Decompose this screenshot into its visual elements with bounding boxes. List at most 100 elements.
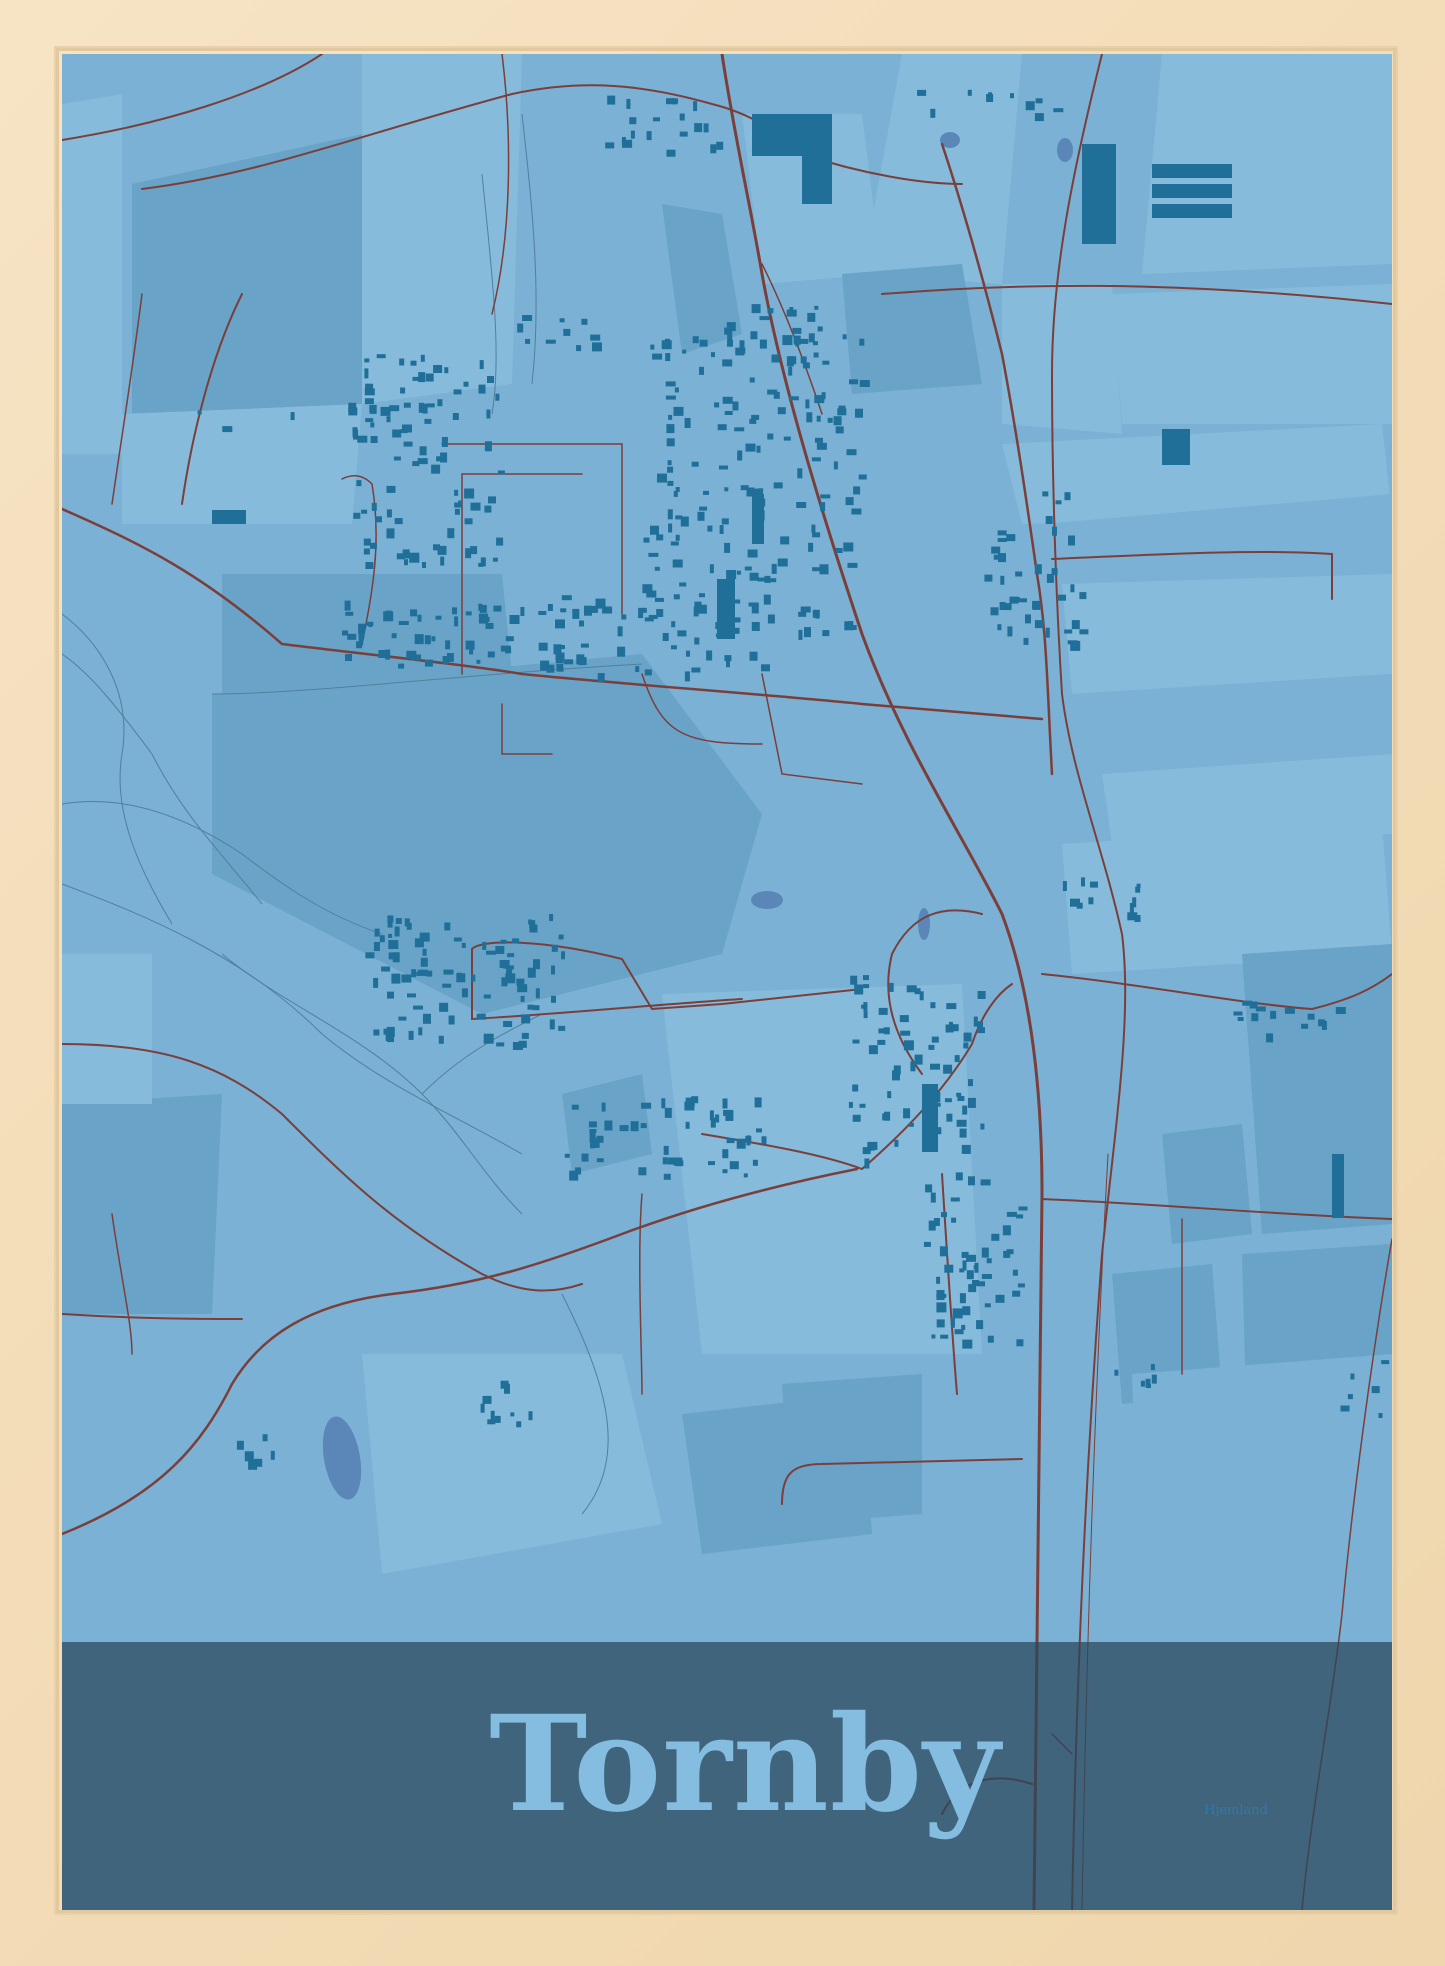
house xyxy=(590,1140,595,1149)
house xyxy=(607,95,616,105)
house xyxy=(538,642,548,651)
house xyxy=(521,1032,529,1039)
house xyxy=(944,1098,952,1103)
house xyxy=(859,338,865,346)
house xyxy=(386,528,395,539)
house xyxy=(551,944,558,952)
house xyxy=(453,937,462,942)
house xyxy=(1045,516,1053,524)
house xyxy=(749,572,759,581)
house xyxy=(553,644,562,655)
house xyxy=(991,546,1001,554)
house xyxy=(788,396,799,401)
house xyxy=(894,1139,899,1147)
house xyxy=(357,435,368,443)
house xyxy=(452,607,457,615)
house xyxy=(1335,1007,1346,1014)
house xyxy=(478,613,488,624)
house xyxy=(490,1410,495,1420)
house xyxy=(387,991,394,999)
house xyxy=(395,918,402,924)
house xyxy=(438,1035,444,1044)
house xyxy=(966,1270,974,1280)
house xyxy=(638,1167,647,1176)
house xyxy=(584,605,592,616)
house xyxy=(814,305,819,310)
house xyxy=(963,1042,969,1049)
house xyxy=(717,424,727,431)
house xyxy=(668,523,673,533)
house xyxy=(370,542,377,549)
house xyxy=(484,505,492,513)
house xyxy=(364,398,374,405)
house xyxy=(503,1021,513,1027)
house xyxy=(973,1265,978,1270)
house xyxy=(364,368,369,379)
house xyxy=(852,1039,860,1044)
house xyxy=(672,559,683,568)
house xyxy=(677,630,687,637)
house xyxy=(487,1419,496,1425)
house xyxy=(673,406,684,416)
house xyxy=(706,650,713,661)
house xyxy=(663,1173,671,1180)
house xyxy=(454,489,459,496)
house xyxy=(699,593,705,598)
house xyxy=(345,654,352,661)
house xyxy=(617,626,623,637)
poster-title: Tornby xyxy=(489,1687,1001,1842)
house xyxy=(1079,629,1089,635)
house xyxy=(816,442,827,450)
house xyxy=(590,334,601,341)
house xyxy=(998,553,1006,563)
house xyxy=(961,1144,971,1154)
house xyxy=(719,525,724,534)
house xyxy=(669,98,678,104)
house xyxy=(617,646,626,657)
house xyxy=(858,474,867,480)
house xyxy=(1003,1250,1011,1258)
house xyxy=(1070,640,1081,651)
house xyxy=(962,1260,967,1271)
house xyxy=(665,395,676,400)
house xyxy=(454,502,463,508)
house xyxy=(463,381,469,387)
house xyxy=(483,994,491,999)
house xyxy=(1064,492,1071,501)
house xyxy=(707,525,713,532)
house xyxy=(1016,1214,1024,1219)
house xyxy=(488,496,496,504)
house xyxy=(716,141,724,150)
house xyxy=(722,1149,729,1159)
house xyxy=(773,482,783,489)
house xyxy=(767,614,775,624)
house xyxy=(1151,1374,1157,1384)
house xyxy=(931,1334,936,1339)
pond xyxy=(918,908,930,940)
house xyxy=(724,487,729,492)
house xyxy=(976,1320,984,1330)
house xyxy=(352,427,358,438)
house xyxy=(724,655,732,662)
house xyxy=(805,399,810,409)
house xyxy=(424,635,431,645)
house xyxy=(847,625,857,630)
house xyxy=(723,1109,734,1116)
house xyxy=(1034,113,1044,122)
house xyxy=(454,616,459,627)
house xyxy=(654,566,660,571)
house xyxy=(394,518,403,525)
house xyxy=(887,1091,892,1099)
house xyxy=(863,975,869,981)
house xyxy=(954,1055,960,1063)
house xyxy=(358,633,364,641)
house xyxy=(510,1412,515,1417)
house xyxy=(370,436,378,443)
house xyxy=(507,953,515,958)
house xyxy=(363,538,371,546)
house xyxy=(648,615,658,619)
house xyxy=(561,951,565,960)
house xyxy=(560,608,567,613)
house xyxy=(379,935,385,943)
house xyxy=(290,412,295,421)
